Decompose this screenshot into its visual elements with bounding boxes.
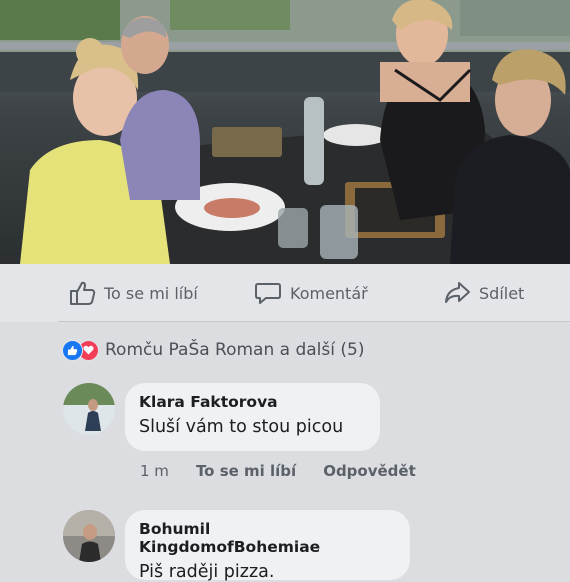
comment-reply-link[interactable]: Odpovědět [323, 462, 416, 480]
post-action-bar: To se mi líbí Komentář Sdílet [0, 264, 570, 322]
share-button[interactable]: Sdílet [443, 280, 524, 306]
comment-text: Piš raději pizza. [139, 562, 275, 582]
share-button-label: Sdílet [479, 283, 525, 303]
comment-author-name[interactable]: Klara Faktorova [139, 393, 366, 411]
section-divider [58, 321, 570, 322]
comment-text: Sluší vám to stou picou [139, 417, 344, 437]
photo-scene [0, 0, 570, 264]
post-photo[interactable] [0, 0, 570, 264]
comment-button[interactable]: Komentář [254, 280, 368, 306]
like-button[interactable]: To se mi líbí [68, 280, 198, 306]
comment-button-label: Komentář [290, 283, 368, 303]
comment-bubble: Bohumil KingdomofBohemiae Piš raději piz… [125, 510, 410, 582]
comment-meta: 1 m To se mi líbí Odpovědět [140, 462, 443, 480]
reactions-summary[interactable]: Romču PaŠa Roman a další (5) [62, 338, 364, 362]
comment-author-name[interactable]: Bohumil KingdomofBohemiae [139, 520, 396, 556]
comment-author-avatar[interactable] [63, 383, 115, 435]
share-arrow-icon [445, 282, 470, 303]
like-reaction-icon [62, 339, 83, 361]
like-button-label: To se mi líbí [104, 283, 198, 303]
avatar-photo [63, 510, 115, 562]
avatar-photo [63, 383, 115, 435]
thumbs-up-icon [70, 281, 96, 305]
reactions-summary-text: Romču PaŠa Roman a další (5) [105, 340, 365, 360]
comment-author-avatar[interactable] [63, 510, 115, 562]
comment-like-link[interactable]: To se mi líbí [196, 462, 296, 480]
comment-bubble: Klara Faktorova Sluší vám to stou picou [125, 383, 380, 451]
comment-timestamp: 1 m [140, 462, 169, 480]
comment-bubble-icon [255, 283, 281, 304]
